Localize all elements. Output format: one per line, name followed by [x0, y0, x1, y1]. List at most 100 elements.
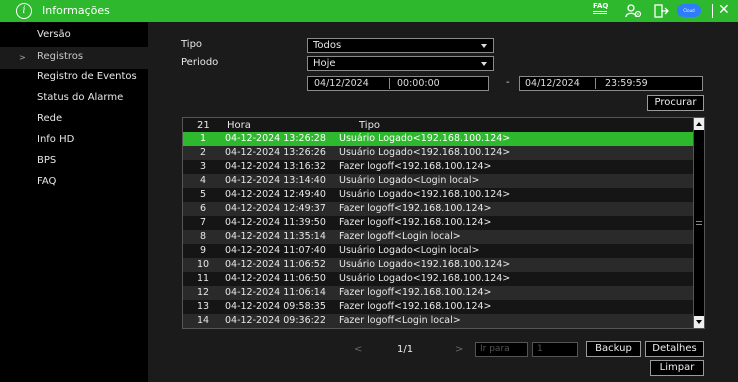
table-cell-tipo: Fazer logoff<192.168.100.124>	[339, 161, 492, 172]
scroll-down-icon[interactable]	[694, 316, 704, 328]
chevron-down-icon	[481, 44, 487, 48]
scrollbar[interactable]	[693, 118, 704, 328]
table-row[interactable]: 12 04-12-2024 11:06:14 Fazer logoff<192.16…	[183, 286, 693, 300]
table-row[interactable]: 7 04-12-2024 11:39:50 Fazer logoff<192.168…	[183, 216, 693, 230]
table-cell-tipo: Fazer logoff<Login local>	[339, 231, 461, 242]
table-row[interactable]: 3 04-12-2024 13:16:32 Fazer logoff<192.168…	[183, 160, 693, 174]
log-table: 21 Hora Tipo 1 04-12-2024 13:26:28 Usuário…	[182, 117, 705, 329]
table-row[interactable]: 6 04-12-2024 12:49:37 Fazer logoff<192.168…	[183, 202, 693, 216]
table-cell-hora: 04-12-2024 11:39:50	[225, 217, 326, 228]
info-icon: i	[16, 3, 32, 19]
result-count: 21	[197, 120, 210, 131]
scroll-grip[interactable]	[696, 221, 702, 225]
sidebar-item-label: Status do Alarme	[37, 92, 124, 103]
cloud-icon[interactable]: Cloud	[677, 4, 701, 17]
table-cell-hora: 04-12-2024 13:26:26	[225, 147, 326, 158]
end-time[interactable]: 23:59:59	[605, 77, 648, 90]
table-cell-num: 9	[199, 245, 207, 256]
prev-page-icon[interactable]: <	[354, 344, 362, 355]
chevron-down-icon	[481, 62, 487, 66]
table-row[interactable]: 4 04-12-2024 13:14:40 Usuário Logado<Login…	[183, 174, 693, 188]
tipo-label: Tipo	[181, 39, 203, 50]
sidebar-item-faq[interactable]: FAQ	[0, 172, 148, 194]
table-cell-num: 3	[199, 161, 207, 172]
exit-icon[interactable]	[653, 3, 669, 19]
table-row[interactable]: 14 04-12-2024 09:36:22 Fazer logoff<Login …	[183, 314, 693, 328]
table-row[interactable]: 10 04-12-2024 11:06:52 Usuário Logado<192.…	[183, 258, 693, 272]
sidebar-item-label: Versão	[37, 29, 71, 40]
chevron-right-icon: >	[19, 53, 26, 62]
sidebar-item-rede[interactable]: Rede	[0, 109, 148, 131]
sidebar-item-label: BPS	[37, 155, 57, 166]
table-cell-hora: 04-12-2024 09:58:35	[225, 301, 326, 312]
table-cell-hora: 04-12-2024 11:07:40	[225, 245, 326, 256]
close-icon[interactable]: ✕	[718, 2, 730, 18]
periodo-select[interactable]: Hoje	[307, 56, 494, 71]
table-cell-hora: 04-12-2024 11:06:52	[225, 259, 326, 270]
table-row[interactable]: 5 04-12-2024 12:49:40 Usuário Logado<192.1…	[183, 188, 693, 202]
tipo-select-value: Todos	[313, 40, 342, 51]
table-row[interactable]: 8 04-12-2024 11:35:14 Fazer logoff<Login l…	[183, 230, 693, 244]
sidebar-item-label: Rede	[37, 113, 63, 124]
backup-button[interactable]: Backup	[586, 341, 641, 357]
table-cell-num: 12	[196, 287, 210, 298]
table-row[interactable]: 1 04-12-2024 13:26:28 Usuário Logado<192.1…	[183, 132, 693, 146]
start-date[interactable]: 04/12/2024	[314, 77, 369, 90]
sidebar-item-label: FAQ	[37, 176, 57, 187]
clear-button[interactable]: Limpar	[650, 360, 704, 376]
faq-icon[interactable]: FAQ	[593, 2, 609, 19]
users-icon[interactable]	[625, 3, 643, 19]
table-cell-tipo: Fazer logoff<192.168.100.124>	[339, 301, 492, 312]
table-cell-tipo: Usuário Logado<Login local>	[339, 245, 480, 256]
sidebar-item-info-hd[interactable]: Info HD	[0, 130, 148, 152]
table-header: 21 Hora Tipo	[183, 118, 693, 132]
search-button[interactable]: Procurar	[647, 95, 704, 111]
periodo-label: Periodo	[181, 57, 219, 68]
table-row[interactable]: 9 04-12-2024 11:07:40 Usuário Logado<Login…	[183, 244, 693, 258]
table-row[interactable]: 13 04-12-2024 09:58:35 Fazer logoff<192.16…	[183, 300, 693, 314]
table-cell-tipo: Fazer logoff<Login local>	[339, 315, 461, 326]
window-title: Informações	[42, 4, 110, 17]
sidebar-item-status-do-alarme[interactable]: Status do Alarme	[0, 88, 148, 110]
column-header-hora[interactable]: Hora	[227, 120, 251, 131]
table-cell-tipo: Usuário Logado<192.168.100.124>	[339, 133, 511, 144]
table-cell-hora: 04-12-2024 11:06:14	[225, 287, 326, 298]
start-datetime-field[interactable]: 04/12/2024 00:00:00	[307, 76, 489, 91]
table-cell-num: 8	[199, 231, 207, 242]
sidebar-item-label: Info HD	[37, 134, 75, 145]
table-cell-num: 1	[199, 133, 207, 144]
field-divider	[389, 78, 390, 89]
table-cell-hora: 04-12-2024 09:36:22	[225, 315, 326, 326]
column-header-tipo[interactable]: Tipo	[359, 120, 380, 131]
scroll-up-icon[interactable]	[694, 118, 704, 130]
table-cell-tipo: Usuário Logado<192.168.100.124>	[339, 147, 511, 158]
cloud-icon-label: Cloud	[683, 8, 695, 13]
page-indicator: 1/1	[397, 344, 414, 355]
table-cell-tipo: Usuário Logado<Login local>	[339, 175, 480, 186]
details-button[interactable]: Detalhes	[645, 341, 704, 357]
table-cell-num: 11	[196, 273, 210, 284]
goto-page-button[interactable]: Ir para	[475, 342, 528, 357]
end-datetime-field[interactable]: 04/12/2024 23:59:59	[519, 76, 703, 91]
table-cell-num: 14	[196, 315, 210, 326]
table-cell-hora: 04-12-2024 13:16:32	[225, 161, 326, 172]
table-cell-tipo: Usuário Logado<192.168.100.124>	[339, 273, 511, 284]
sidebar-item-registros[interactable]: > Registros	[0, 47, 148, 69]
table-cell-num: 4	[199, 175, 207, 186]
table-cell-tipo: Fazer logoff<192.168.100.124>	[339, 203, 492, 214]
sidebar-item-bps[interactable]: BPS	[0, 151, 148, 173]
tipo-select[interactable]: Todos	[307, 38, 494, 53]
sidebar-item-label: Registro de Eventos	[37, 71, 137, 82]
table-row[interactable]: 2 04-12-2024 13:26:26 Usuário Logado<192.1…	[183, 146, 693, 160]
table-cell-num: 13	[196, 301, 210, 312]
next-page-icon[interactable]: >	[455, 344, 463, 355]
table-cell-num: 7	[199, 217, 207, 228]
end-date[interactable]: 04/12/2024	[525, 77, 580, 90]
start-time[interactable]: 00:00:00	[397, 77, 440, 90]
date-range-separator: -	[506, 77, 510, 88]
sidebar-item-versao[interactable]: Versão	[0, 25, 148, 47]
sidebar-item-registro-de-eventos[interactable]: Registro de Eventos	[0, 67, 148, 89]
goto-page-input[interactable]: 1	[532, 342, 578, 357]
table-row[interactable]: 11 04-12-2024 11:06:50 Usuário Logado<192.…	[183, 272, 693, 286]
faq-icon-label: FAQ	[593, 2, 609, 10]
